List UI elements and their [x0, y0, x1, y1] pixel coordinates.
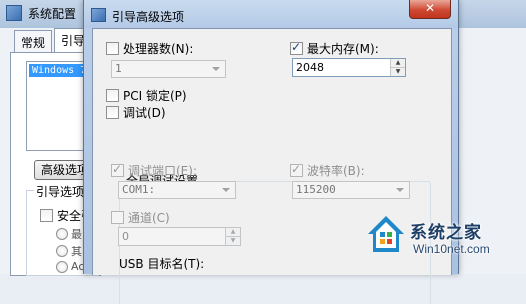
radio-label: 其 — [71, 245, 82, 258]
baud-rate-option[interactable]: 波特率(B): — [290, 162, 365, 179]
channel-checkbox[interactable] — [111, 211, 124, 224]
chevron-down-icon — [222, 188, 230, 192]
debug-port-checkbox[interactable] — [111, 162, 124, 177]
processors-value: 1 — [115, 62, 122, 75]
pci-lock-checkbox[interactable] — [106, 89, 119, 102]
close-button[interactable]: ✕ — [409, 0, 451, 19]
spin-down-icon[interactable]: ▼ — [391, 67, 405, 76]
max-memory-input[interactable]: 2048 ▲ ▼ — [292, 58, 406, 77]
debug-port-select[interactable]: COM1: — [118, 181, 236, 199]
radio-label: 最 — [71, 228, 82, 241]
dialog-app-icon — [91, 8, 106, 22]
watermark-name: 系统之家 — [410, 223, 482, 243]
radio-button[interactable] — [56, 228, 68, 240]
dialog-title: 引导高级选项 — [112, 10, 185, 24]
baud-rate-value: 115200 — [296, 183, 336, 196]
channel-spinner[interactable]: ▲ ▼ — [225, 228, 240, 245]
max-memory-option[interactable]: 最大内存(M): — [290, 40, 379, 57]
processors-checkbox[interactable] — [106, 42, 119, 55]
processors-select[interactable]: 1 — [111, 60, 226, 78]
pci-lock-option[interactable]: PCI 锁定(P) — [106, 87, 187, 104]
debug-label: 调试(D) — [123, 106, 166, 120]
max-memory-checkbox[interactable] — [290, 40, 303, 55]
baud-rate-select[interactable]: 115200 — [292, 181, 410, 199]
spin-up-icon[interactable]: ▲ — [226, 228, 240, 236]
site-watermark: 系统之家 Win10net.com — [366, 208, 526, 274]
debug-option[interactable]: 调试(D) — [106, 104, 166, 121]
spin-down-icon[interactable]: ▼ — [226, 236, 240, 245]
chevron-down-icon — [396, 188, 404, 192]
baud-rate-label: 波特率(B): — [307, 164, 365, 178]
system-config-app-icon — [6, 5, 22, 21]
spin-up-icon[interactable]: ▲ — [391, 59, 405, 67]
channel-input[interactable]: 0 ▲ ▼ — [118, 227, 241, 246]
processors-option[interactable]: 处理器数(N): — [106, 40, 193, 57]
channel-label: 通道(C) — [128, 211, 170, 225]
debug-port-value: COM1: — [122, 183, 156, 196]
radio-option-other[interactable]: 其 — [56, 243, 82, 259]
close-icon: ✕ — [424, 1, 436, 15]
radio-button[interactable] — [56, 245, 68, 257]
channel-option[interactable]: 通道(C) — [111, 209, 170, 226]
radio-button[interactable] — [56, 260, 68, 273]
debug-checkbox[interactable] — [106, 106, 119, 119]
dialog-titlebar: 引导高级选项 ✕ — [84, 0, 458, 28]
watermark-url: Win10net.com — [413, 242, 490, 256]
max-memory-value: 2048 — [296, 61, 324, 74]
house-logo-icon — [368, 216, 404, 252]
debug-port-option[interactable]: 调试端口(E): — [111, 162, 197, 179]
pci-lock-label: PCI 锁定(P) — [123, 89, 187, 103]
radio-option-minimal[interactable]: 最 — [56, 226, 82, 242]
boot-options-label: 引导选项 — [34, 183, 87, 200]
tab-general[interactable]: 常规 — [14, 30, 53, 53]
safe-boot-checkbox[interactable] — [40, 209, 53, 222]
processors-label: 处理器数(N): — [123, 42, 194, 56]
channel-value: 0 — [122, 230, 129, 243]
chevron-down-icon — [212, 67, 220, 71]
max-memory-label: 最大内存(M): — [307, 42, 379, 56]
system-config-title: 系统配置 — [28, 6, 77, 21]
baud-rate-checkbox[interactable] — [290, 162, 303, 177]
usb-target-label: USB 目标名(T): — [119, 257, 205, 271]
debug-port-label: 调试端口(E): — [128, 164, 197, 178]
usb-target-option: USB 目标名(T): — [119, 255, 204, 272]
max-memory-spinner[interactable]: ▲ ▼ — [390, 59, 405, 76]
